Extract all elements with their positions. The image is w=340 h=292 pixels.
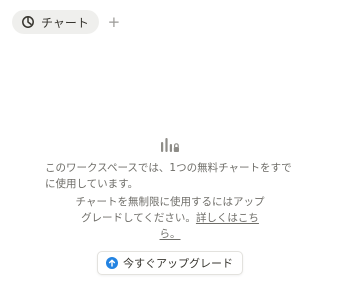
arrow-up-circle-icon [106,257,118,269]
chart-pie-icon [21,15,35,29]
upgrade-now-button[interactable]: 今すぐアップグレード [97,251,243,275]
tab-chart-label: チャート [41,15,89,30]
plus-icon[interactable]: + [106,14,122,30]
upgrade-now-label: 今すぐアップグレード [123,257,233,270]
upgrade-message: チャートを無制限に使用するにはアップグレードしてください。詳しくはこちら。 [75,194,265,242]
chart-view: チャート + このワークスペースでは、1つの無料チャートをすでに使用しています。… [0,0,340,292]
chart-lock-icon [159,136,181,154]
tab-chart[interactable]: チャート [12,10,99,34]
upgrade-empty-state: このワークスペースでは、1つの無料チャートをすでに使用しています。 チャートを無… [0,136,340,275]
usage-message: このワークスペースでは、1つの無料チャートをすでに使用しています。 [45,162,292,190]
view-tabs: チャート + [12,10,122,34]
